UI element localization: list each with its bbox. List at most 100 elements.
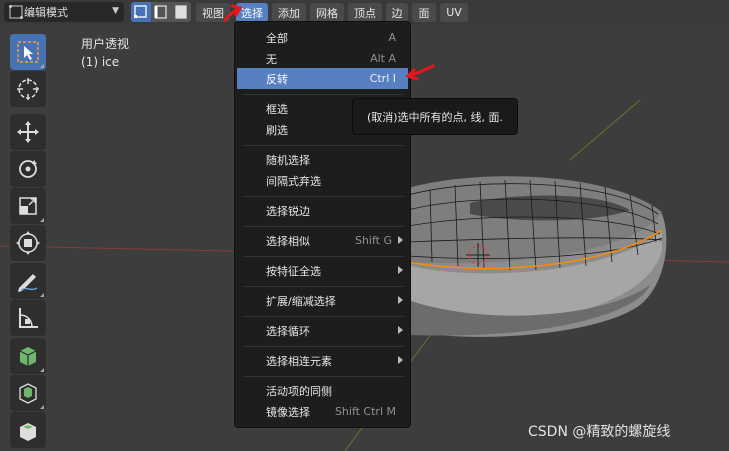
object-name-label: (1) ice xyxy=(81,55,120,69)
submenu-arrow-icon xyxy=(398,236,403,244)
menu-face-label: 面 xyxy=(418,6,430,20)
submenu-arrow-icon xyxy=(398,356,403,364)
edge-select-icon xyxy=(154,5,167,19)
select-box-tool[interactable] xyxy=(10,34,46,70)
face-select-mode-button[interactable] xyxy=(171,2,191,22)
menu-face[interactable]: 面 xyxy=(412,3,436,22)
edge-select-mode-button[interactable] xyxy=(151,2,171,22)
menu-item-select-sharp-edges[interactable]: 选择锐边 xyxy=(237,200,408,221)
inset-tool[interactable] xyxy=(10,412,46,448)
menu-item-label: 镜像选择 xyxy=(266,405,310,419)
submenu-arrow-icon xyxy=(398,296,403,304)
select-menu-dropdown: 全部 A 无 Alt A 反转 Ctrl I 框选 刷选 随机选择 间隔式弃选 选择锐… xyxy=(234,21,411,428)
menu-item-label: 选择相似 xyxy=(266,234,310,248)
menu-uv-label: UV xyxy=(446,6,462,19)
rotate-icon xyxy=(19,160,37,178)
menu-item-label: 选择相连元素 xyxy=(266,354,332,368)
submenu-arrow-icon xyxy=(398,266,403,274)
move-icon xyxy=(17,121,39,143)
menu-separator xyxy=(243,94,403,95)
menu-item-select-all-by-trait[interactable]: 按特征全选 xyxy=(237,260,408,281)
measure-tool[interactable] xyxy=(10,300,46,336)
menu-item-label: 刷选 xyxy=(266,123,288,137)
menu-item-invert[interactable]: 反转 Ctrl I xyxy=(237,68,408,89)
measure-icon xyxy=(19,308,38,328)
menu-item-select-none[interactable]: 无 Alt A xyxy=(237,48,408,69)
transform-tool[interactable] xyxy=(10,225,46,261)
add-cube-icon xyxy=(19,347,37,366)
menu-separator xyxy=(243,145,403,146)
face-select-icon xyxy=(175,5,187,19)
mode-select-dropdown[interactable]: 编辑模式 ▼ xyxy=(4,2,124,22)
menu-vertex[interactable]: 顶点 xyxy=(348,3,382,22)
menu-select-label: 选择 xyxy=(241,6,263,20)
chevron-down-icon: ▼ xyxy=(112,6,119,16)
menu-item-label: 间隔式弃选 xyxy=(266,174,321,188)
y-axis-line-far xyxy=(569,99,641,161)
menu-separator xyxy=(243,316,403,317)
menu-add-label: 添加 xyxy=(278,6,300,20)
menu-item-select-linked[interactable]: 选择相连元素 xyxy=(237,350,408,371)
vertex-select-icon xyxy=(134,5,147,18)
menu-item-label: 选择循环 xyxy=(266,324,310,338)
menu-view-label: 视图 xyxy=(202,6,224,20)
annotate-tool[interactable] xyxy=(10,263,46,299)
menu-item-label: 扩展/缩减选择 xyxy=(266,294,336,308)
menu-item-label: 按特征全选 xyxy=(266,264,321,278)
menu-edge[interactable]: 边 xyxy=(386,3,408,22)
menu-separator xyxy=(243,226,403,227)
move-tool[interactable] xyxy=(10,114,46,150)
menu-item-label: 无 xyxy=(266,52,277,66)
extrude-icon xyxy=(19,383,37,404)
submenu-arrow-icon xyxy=(398,326,403,334)
menu-item-label: 活动项的同侧 xyxy=(266,384,332,398)
extrude-tool[interactable] xyxy=(10,375,46,411)
menu-separator xyxy=(243,196,403,197)
menu-add[interactable]: 添加 xyxy=(272,3,306,22)
menu-separator xyxy=(243,286,403,287)
scale-icon xyxy=(19,197,37,215)
mode-label: 编辑模式 xyxy=(24,6,68,19)
menu-vertex-label: 顶点 xyxy=(354,6,376,20)
menu-edge-label: 边 xyxy=(391,6,403,20)
menu-select[interactable]: 选择 xyxy=(236,3,268,22)
menu-item-select-similar[interactable]: 选择相似 Shift G xyxy=(237,230,408,251)
menu-item-checker-deselect[interactable]: 间隔式弃选 xyxy=(237,170,408,191)
transform-icon xyxy=(16,231,40,255)
view-name-label: 用户透视 xyxy=(81,37,130,51)
shortcut-label: A xyxy=(388,31,396,44)
menu-item-label: 随机选择 xyxy=(266,153,310,167)
menu-item-side-of-active[interactable]: 活动项的同侧 xyxy=(237,380,408,401)
menu-separator xyxy=(243,346,403,347)
shortcut-label: Alt A xyxy=(370,52,396,65)
menu-mesh[interactable]: 网格 xyxy=(310,3,344,22)
menu-separator xyxy=(243,256,403,257)
add-cube-tool[interactable] xyxy=(10,338,46,374)
rotate-tool[interactable] xyxy=(10,151,46,187)
cursor-tool[interactable] xyxy=(10,71,46,107)
shortcut-label: Ctrl I xyxy=(369,72,396,85)
menu-item-tooltip: (取消)选中所有的点, 线, 面. xyxy=(352,98,518,135)
menu-item-select-more-less[interactable]: 扩展/缩减选择 xyxy=(237,290,408,311)
menu-item-random-select[interactable]: 随机选择 xyxy=(237,149,408,170)
scale-tool[interactable] xyxy=(10,188,46,224)
menu-separator xyxy=(243,376,403,377)
menu-uv[interactable]: UV xyxy=(440,3,468,22)
menu-item-label: 反转 xyxy=(266,72,288,86)
menu-mesh-label: 网格 xyxy=(316,6,338,20)
cursor-icon xyxy=(17,78,39,100)
watermark: CSDN @精致的螺旋线 xyxy=(528,424,671,440)
menu-item-select-loops[interactable]: 选择循环 xyxy=(237,320,408,341)
menu-item-label: 全部 xyxy=(266,31,288,45)
select-box-icon xyxy=(17,41,39,63)
tooltip-text: (取消)选中所有的点, 线, 面. xyxy=(366,110,504,124)
inset-faces-icon xyxy=(20,423,36,441)
shortcut-label: Shift G xyxy=(354,234,392,247)
menu-item-select-mirror[interactable]: 镜像选择 Shift Ctrl M xyxy=(237,401,408,422)
shortcut-label: Shift Ctrl M xyxy=(334,405,396,418)
vertex-select-mode-button[interactable] xyxy=(131,2,151,22)
menu-item-label: 框选 xyxy=(266,102,288,116)
menu-view[interactable]: 视图 xyxy=(196,3,230,22)
menu-item-select-all[interactable]: 全部 A xyxy=(237,27,408,48)
menu-item-label: 选择锐边 xyxy=(266,204,310,218)
